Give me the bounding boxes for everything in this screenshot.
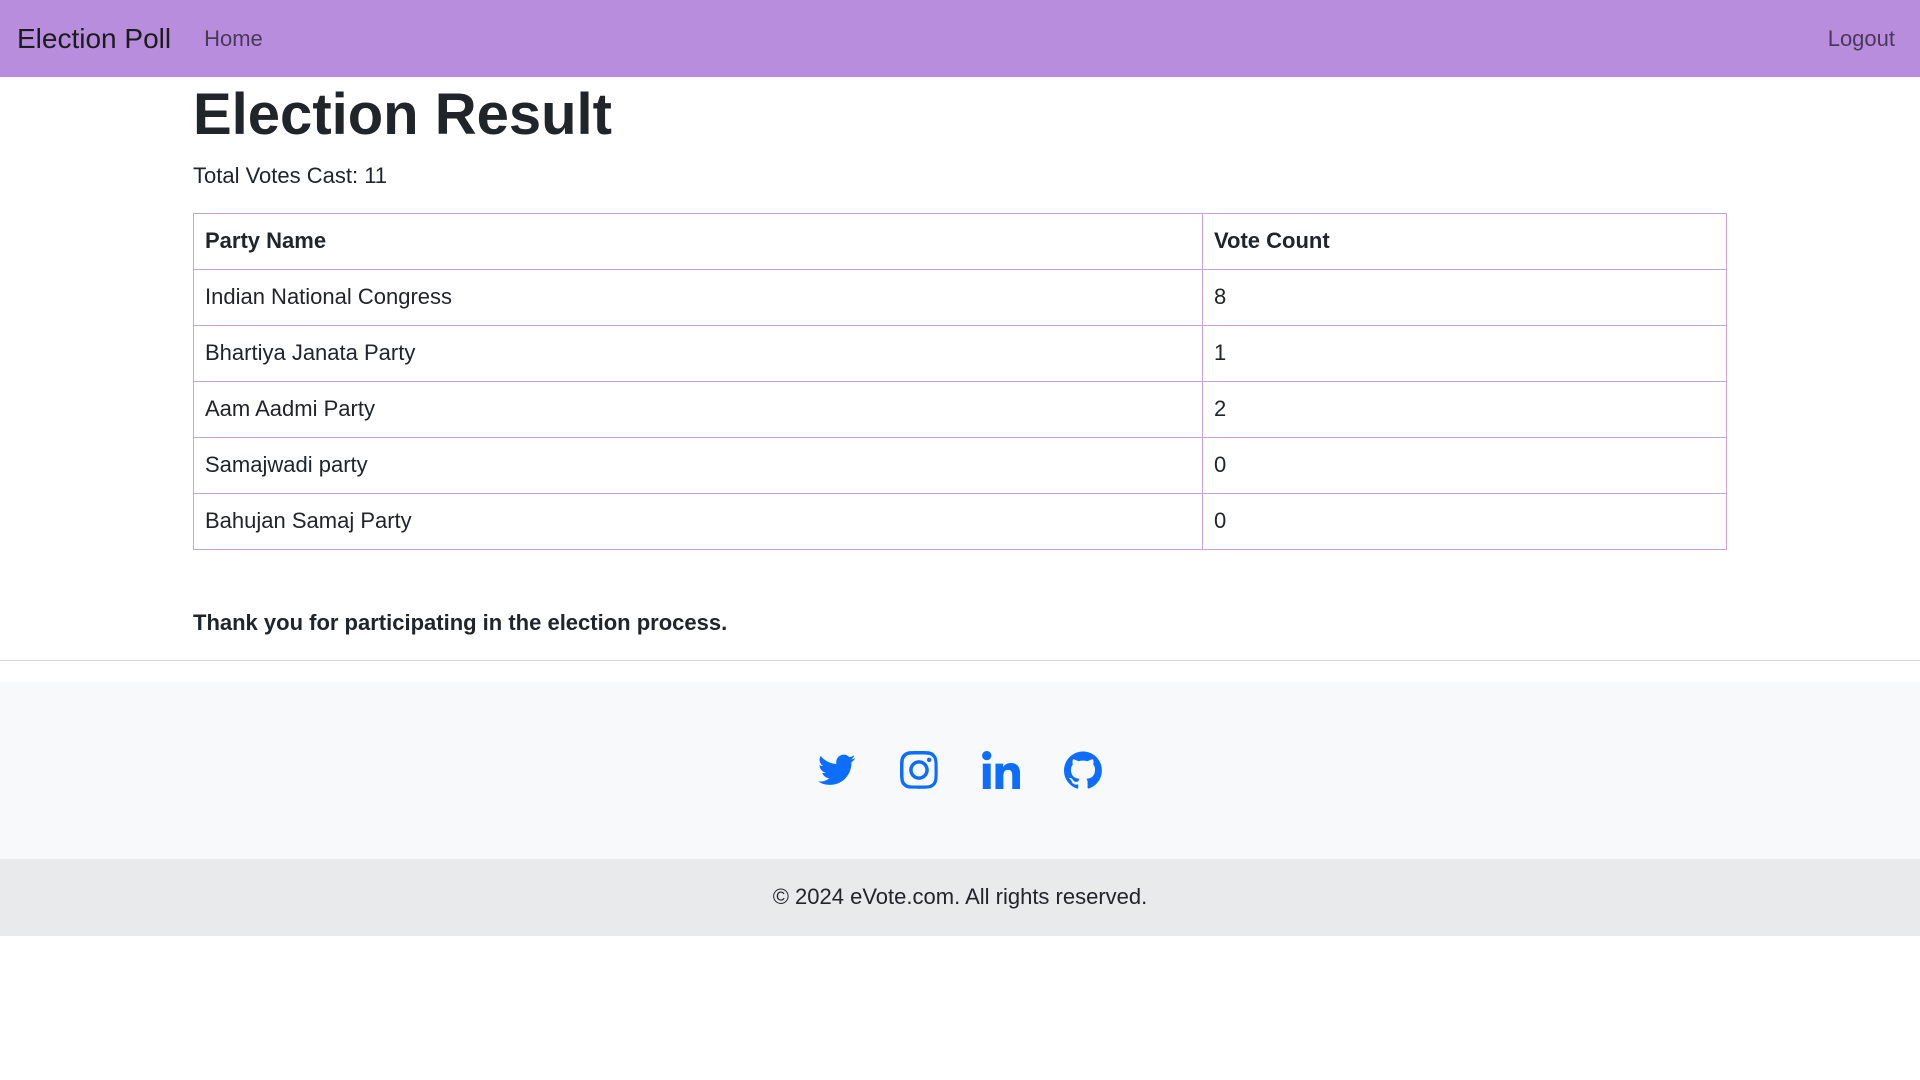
party-name-cell: Samajwadi party (193, 436, 1203, 494)
social-links (0, 681, 1920, 859)
logout-link[interactable]: Logout (1828, 26, 1895, 52)
party-name-cell: Bahujan Samaj Party (193, 492, 1203, 550)
instagram-icon (900, 751, 938, 790)
vote-count-cell: 1 (1202, 324, 1727, 382)
vote-count-cell: 0 (1202, 492, 1727, 550)
copyright-bar: © 2024 eVote.com. All rights reserved. (0, 858, 1920, 936)
vote-count-cell: 8 (1202, 268, 1727, 326)
github-link[interactable] (1064, 751, 1102, 789)
table-row: Indian National Congress 8 (193, 268, 1727, 326)
party-name-cell: Aam Aadmi Party (193, 380, 1203, 438)
table-row: Bhartiya Janata Party 1 (193, 324, 1727, 382)
thank-you-message: Thank you for participating in the elect… (193, 609, 728, 635)
header-vote-count: Vote Count (1202, 212, 1727, 270)
table-header-row: Party Name Vote Count (193, 212, 1727, 270)
brand-link[interactable]: Election Poll (17, 23, 171, 55)
twitter-icon (818, 754, 856, 786)
linkedin-link[interactable] (982, 751, 1020, 790)
footer-divider (0, 659, 1920, 661)
copyright-text: © 2024 eVote.com. All rights reserved. (772, 884, 1148, 910)
table-row: Samajwadi party 0 (193, 436, 1727, 494)
github-icon (1064, 751, 1102, 789)
vote-count-cell: 0 (1202, 436, 1727, 494)
linkedin-icon (982, 751, 1020, 790)
nav-home-link[interactable]: Home (204, 26, 263, 52)
table-row: Aam Aadmi Party 2 (193, 380, 1727, 438)
party-name-cell: Indian National Congress (193, 268, 1203, 326)
party-name-cell: Bhartiya Janata Party (193, 324, 1203, 382)
twitter-link[interactable] (818, 751, 856, 789)
instagram-link[interactable] (900, 751, 938, 790)
total-votes: Total Votes Cast: 11 (193, 162, 388, 188)
page-title: Election Result (193, 82, 612, 147)
vote-count-cell: 2 (1202, 380, 1727, 438)
main-content: Election Result Total Votes Cast: 11 Par… (193, 77, 1727, 660)
header-party-name: Party Name (193, 212, 1203, 270)
table-row: Bahujan Samaj Party 0 (193, 492, 1727, 550)
navbar: Election Poll Home Logout (0, 0, 1920, 77)
results-table: Party Name Vote Count Indian National Co… (193, 212, 1727, 550)
navbar-left: Election Poll Home (17, 23, 263, 55)
